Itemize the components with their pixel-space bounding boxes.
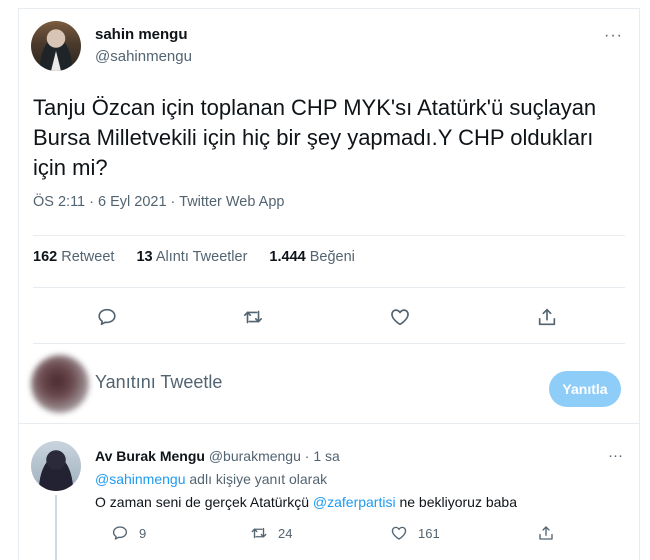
like-icon[interactable] — [380, 297, 420, 337]
reply-count: 9 — [139, 525, 147, 541]
reply-button[interactable]: Yanıtla — [549, 371, 621, 407]
reply-input[interactable]: Yanıtını Tweetle — [95, 372, 222, 393]
tweet-thread: sahin mengu @sahinmengu ··· Tanju Özcan … — [18, 8, 640, 560]
author-name[interactable]: sahin mengu — [95, 26, 188, 43]
tweet-timestamp[interactable]: ÖS 2:11 · 6 Eyl 2021 · Twitter Web App — [33, 194, 284, 210]
reply-author-avatar[interactable] — [31, 441, 81, 491]
reply-reply-button[interactable]: 9 — [111, 524, 146, 542]
reply-time[interactable]: · 1 sa — [305, 448, 340, 464]
retweet-stat[interactable]: 162 Retweet — [33, 249, 114, 265]
reply-tweet[interactable]: Av Burak Mengu @burakmengu · 1 sa ··· @s… — [19, 429, 639, 560]
like-count: 1.444 — [269, 249, 306, 265]
divider — [19, 423, 639, 424]
like-count: 161 — [418, 525, 440, 541]
retweet-icon[interactable] — [233, 297, 273, 337]
reply-text: O zaman seni de gerçek Atatürkçü @zaferp… — [95, 494, 517, 510]
retweet-count: 24 — [278, 525, 293, 541]
tweet-text: Tanju Özcan için toplanan CHP MYK'sı Ata… — [33, 95, 597, 180]
replying-to: @sahinmengu adlı kişiye yanıt olarak — [95, 471, 327, 487]
divider — [33, 287, 625, 288]
share-icon[interactable] — [527, 297, 567, 337]
more-options-icon[interactable]: ··· — [604, 27, 623, 45]
reply-icon — [112, 526, 128, 540]
reply-composer: Yanıtını Tweetle Yanıtla — [19, 347, 639, 423]
divider — [33, 235, 625, 236]
retweet-label: Retweet — [61, 249, 115, 265]
replying-to-mention[interactable]: @sahinmengu — [95, 471, 186, 487]
author-handle[interactable]: @sahinmengu — [95, 48, 192, 65]
divider — [33, 343, 625, 344]
share-icon — [539, 526, 553, 540]
reply-text-part: ne bekliyoruz baba — [395, 494, 517, 510]
reply-author-name[interactable]: Av Burak Mengu — [95, 448, 205, 464]
reply-retweet-button[interactable]: 24 — [250, 524, 292, 542]
retweet-count: 162 — [33, 249, 58, 265]
tweet-actions — [19, 297, 639, 337]
reply-share-button[interactable] — [537, 524, 555, 542]
reply-actions: 9 24 161 — [95, 524, 615, 548]
reply-header: Av Burak Mengu @burakmengu · 1 sa — [95, 448, 340, 464]
reply-icon[interactable] — [87, 297, 127, 337]
reply-like-button[interactable]: 161 — [390, 524, 440, 542]
author-avatar[interactable] — [31, 21, 81, 71]
like-icon — [391, 526, 407, 540]
quote-label: Alıntı Tweetler — [155, 249, 248, 265]
reply-more-options-icon[interactable]: ··· — [608, 447, 623, 464]
quote-stat[interactable]: 13 Alıntı Tweetler — [136, 249, 247, 265]
user-avatar — [31, 355, 89, 413]
like-stat[interactable]: 1.444 Beğeni — [269, 249, 354, 265]
reply-text-part: O zaman seni de gerçek Atatürkçü — [95, 494, 313, 510]
like-label: Beğeni — [309, 249, 355, 265]
tweet-stats: 162 Retweet 13 Alıntı Tweetler 1.444 Beğ… — [33, 249, 355, 265]
replying-to-text: adlı kişiye yanıt olarak — [185, 471, 328, 487]
reply-text-mention[interactable]: @zaferpartisi — [313, 494, 396, 510]
thread-line — [55, 495, 57, 560]
quote-count: 13 — [136, 249, 153, 265]
reply-author-handle[interactable]: @burakmengu — [209, 448, 301, 464]
retweet-icon — [251, 527, 267, 539]
